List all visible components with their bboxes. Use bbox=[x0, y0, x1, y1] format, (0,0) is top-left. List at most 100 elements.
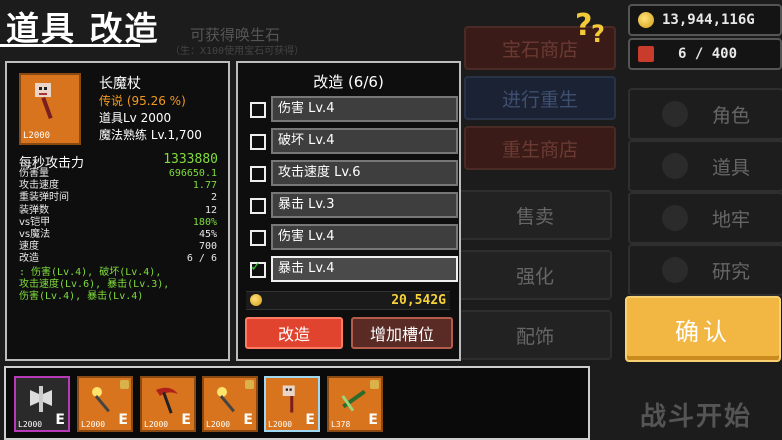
title-underline bbox=[0, 44, 140, 47]
research-icon bbox=[661, 257, 688, 283]
battle-start-label: 战斗开始 bbox=[640, 402, 753, 432]
slot-level: L2000 bbox=[144, 420, 169, 429]
side-research-button: 研究 bbox=[628, 244, 782, 296]
checkbox[interactable] bbox=[250, 230, 266, 246]
modify-option[interactable]: 攻击速度 Lv.6 bbox=[271, 160, 458, 186]
stat-row: 攻击速度 1.77 bbox=[19, 180, 217, 192]
item-detail-panel: L2000 长魔杖 传说 (95.26 %) 道具Lv 2000 魔法熟练 Lv… bbox=[5, 61, 230, 361]
sell-button: 售卖 bbox=[458, 190, 612, 240]
modify-row[interactable]: 暴击 Lv.3 bbox=[248, 192, 458, 218]
dungeon-icon bbox=[661, 205, 688, 231]
inventory-slot[interactable]: L378 E bbox=[327, 376, 383, 432]
staff-icon bbox=[282, 385, 295, 413]
side-dungeon-button: 地牢 bbox=[628, 192, 782, 244]
item-thumbnail: L2000 bbox=[19, 73, 81, 145]
item-icon bbox=[661, 153, 688, 179]
page-title: 道具 改造 bbox=[6, 9, 160, 48]
equip-mark: E bbox=[55, 412, 65, 428]
side-label: 角色 bbox=[711, 104, 750, 127]
modify-row[interactable]: 伤害 Lv.4 bbox=[248, 224, 458, 250]
lock-icon bbox=[370, 380, 379, 389]
staff-icon bbox=[35, 83, 53, 120]
gold-value: 13,944,116G bbox=[662, 12, 755, 28]
item-level-tag: L2000 bbox=[23, 131, 51, 141]
mods-summary: : 伤害(Lv.4), 破坏(Lv.4), 攻击速度(Lv.6), 暴击(Lv.… bbox=[19, 267, 170, 302]
item-level: 道具Lv 2000 bbox=[99, 111, 172, 125]
stat-list: 伤害量 696650.1 攻击速度 1.77 重装弹时间 2 装弹数 12 vs铠甲 18… bbox=[19, 168, 217, 266]
enhance-button: 强化 bbox=[458, 250, 612, 300]
slot-level: L2000 bbox=[206, 420, 231, 429]
equip-mark: E bbox=[243, 412, 253, 428]
modify-option[interactable]: 伤害 Lv.4 bbox=[271, 224, 458, 250]
equip-mark: E bbox=[118, 412, 128, 428]
side-label: 地牢 bbox=[711, 208, 750, 231]
inventory-slot[interactable]: L2000 E bbox=[14, 376, 70, 432]
equip-mark: E bbox=[368, 412, 378, 428]
dps-value: 1333880 bbox=[163, 152, 218, 167]
inventory-slot[interactable]: L2000 E bbox=[140, 376, 196, 432]
coin-icon bbox=[250, 294, 262, 306]
modify-option[interactable]: 暴击 Lv.4 bbox=[271, 256, 458, 282]
gem-counter: 6 / 400 bbox=[628, 38, 782, 70]
check-icon: ✓ bbox=[251, 257, 261, 275]
gold-counter: 13,944,116G bbox=[628, 4, 782, 36]
equip-mark: E bbox=[305, 412, 315, 428]
wand-icon bbox=[217, 387, 235, 413]
item-mastery: 魔法熟练 Lv.1,700 bbox=[99, 128, 202, 142]
faded-hint-sub: （生：X100使用宝石可获得） bbox=[170, 46, 305, 57]
modify-option[interactable]: 暴击 Lv.3 bbox=[271, 192, 458, 218]
character-icon bbox=[661, 101, 688, 127]
axe-icon bbox=[30, 386, 52, 412]
stat-row: 速度 700 bbox=[19, 241, 217, 253]
slot-level: L2000 bbox=[18, 420, 43, 429]
stat-row: vs铠甲 180% bbox=[19, 216, 217, 228]
side-label: 研究 bbox=[711, 260, 750, 283]
inventory-slot[interactable]: L2000 E bbox=[202, 376, 258, 432]
help-icon[interactable]: ?? bbox=[575, 8, 605, 48]
modify-panel: 改造 (6/6) 伤害 Lv.4 破坏 Lv.4 攻击速度 Lv.6 暴击 Lv… bbox=[236, 61, 461, 361]
stat-row: 装弹数 12 bbox=[19, 204, 217, 216]
side-item-button: 道具 bbox=[628, 140, 782, 192]
checkbox[interactable]: ✓ bbox=[250, 257, 266, 278]
lock-icon bbox=[245, 380, 254, 389]
item-name: 长魔杖 bbox=[99, 76, 141, 92]
checkbox[interactable] bbox=[250, 134, 266, 150]
stat-row: 改造 6 / 6 bbox=[19, 253, 217, 265]
modify-option[interactable]: 破坏 Lv.4 bbox=[271, 128, 458, 154]
checkbox[interactable] bbox=[250, 166, 266, 182]
rebirth-shop-button: 重生商店 bbox=[464, 126, 616, 170]
add-slot-button[interactable]: 增加槽位 bbox=[351, 317, 453, 349]
side-label: 道具 bbox=[711, 156, 750, 179]
coin-icon bbox=[638, 12, 654, 28]
stat-row: 伤害量 696650.1 bbox=[19, 168, 217, 179]
cost-value: 20,542G bbox=[391, 293, 446, 308]
accessory-button: 配饰 bbox=[458, 310, 612, 360]
equip-mark: E bbox=[181, 412, 191, 428]
gem-value: 6 / 400 bbox=[678, 46, 738, 62]
modify-row[interactable]: 破坏 Lv.4 bbox=[248, 128, 458, 154]
rebirth-button: 进行重生 bbox=[464, 76, 616, 120]
stat-row: vs魔法 45% bbox=[19, 229, 217, 241]
lock-icon bbox=[120, 380, 129, 389]
item-rarity: 传说 (95.26 %) bbox=[99, 94, 186, 108]
inventory-slot[interactable]: L2000 E bbox=[264, 376, 320, 432]
wand-icon bbox=[92, 387, 110, 413]
scythe-icon bbox=[156, 387, 178, 414]
modify-option[interactable]: 伤害 Lv.4 bbox=[271, 96, 458, 122]
checkbox[interactable] bbox=[250, 198, 266, 214]
modify-button[interactable]: 改造 bbox=[245, 317, 343, 349]
crossbow-icon bbox=[341, 389, 366, 412]
confirm-button[interactable]: 确认 bbox=[625, 296, 781, 362]
gem-icon bbox=[638, 46, 654, 62]
modify-row[interactable]: ✓ 暴击 Lv.4 bbox=[248, 256, 458, 282]
inventory-slot[interactable]: L2000 E bbox=[77, 376, 133, 432]
modify-row[interactable]: 伤害 Lv.4 bbox=[248, 96, 458, 122]
modify-row[interactable]: 攻击速度 Lv.6 bbox=[248, 160, 458, 186]
slot-level: L378 bbox=[331, 420, 351, 429]
slot-level: L2000 bbox=[268, 420, 293, 429]
modify-title: 改造 (6/6) bbox=[313, 73, 384, 91]
checkbox[interactable] bbox=[250, 102, 266, 118]
stat-row: 重装弹时间 2 bbox=[19, 192, 217, 204]
slot-level: L2000 bbox=[81, 420, 106, 429]
modify-cost: 20,542G bbox=[246, 291, 450, 310]
